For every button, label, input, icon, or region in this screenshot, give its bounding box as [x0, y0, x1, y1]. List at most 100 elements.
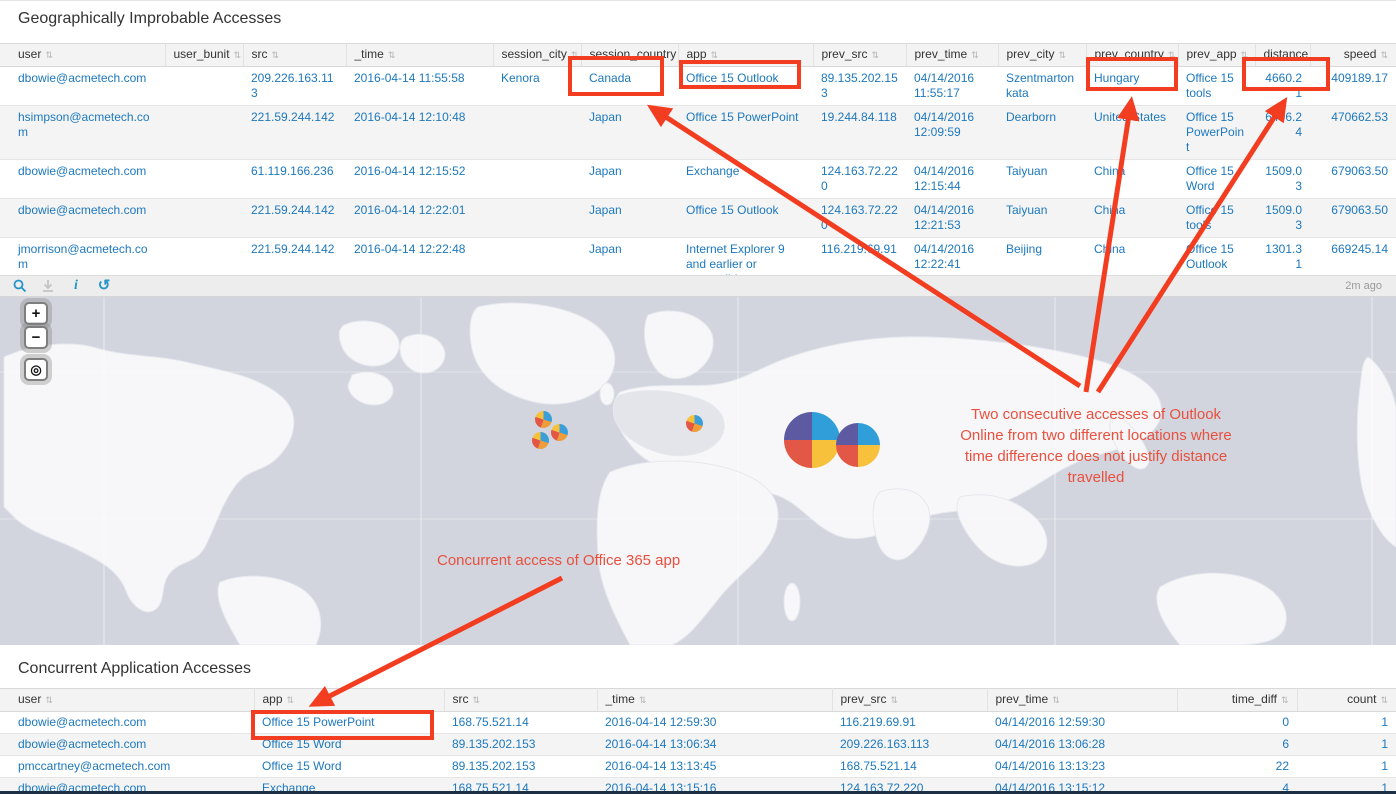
- sort-icon[interactable]: ⇅: [1059, 50, 1067, 60]
- map-locate-button[interactable]: ◎: [24, 358, 48, 381]
- table-cell[interactable]: pmccartney@acmetech.com: [0, 756, 254, 778]
- table-cell[interactable]: 1: [1297, 756, 1396, 778]
- table-cell[interactable]: Kenora: [493, 67, 581, 106]
- sort-icon[interactable]: ⇅: [272, 50, 280, 60]
- table-cell[interactable]: Office 15 Word: [254, 734, 444, 756]
- sort-icon[interactable]: ⇅: [872, 50, 880, 60]
- sort-icon[interactable]: ⇅: [971, 50, 979, 60]
- column-header-count[interactable]: count⇅: [1297, 689, 1396, 712]
- table-cell[interactable]: 168.75.521.14: [444, 712, 597, 734]
- map-zoom-out-button[interactable]: −: [24, 326, 48, 349]
- download-icon[interactable]: [40, 278, 56, 294]
- table-cell[interactable]: 04/14/2016 11:55:17: [906, 67, 998, 106]
- pie-marker-na-1[interactable]: [535, 411, 552, 428]
- table-cell[interactable]: 409189.17: [1310, 67, 1396, 106]
- table-cell[interactable]: Office 15 PowerPoint: [254, 712, 444, 734]
- sort-icon[interactable]: ⇅: [45, 695, 53, 705]
- sort-icon[interactable]: ⇅: [1281, 695, 1289, 705]
- sort-icon[interactable]: ⇅: [1052, 695, 1060, 705]
- table-cell[interactable]: Canada: [581, 67, 678, 106]
- column-header-time_diff[interactable]: time_diff⇅: [1177, 689, 1297, 712]
- table-cell[interactable]: 2016-04-14 11:55:58: [346, 67, 493, 106]
- column-header-prev_country[interactable]: prev_country⇅: [1086, 44, 1178, 67]
- column-header-_time[interactable]: _time⇅: [597, 689, 832, 712]
- table-cell[interactable]: [493, 160, 581, 199]
- table-cell[interactable]: dbowie@acmetech.com: [0, 734, 254, 756]
- table-cell[interactable]: Taiyuan: [998, 160, 1086, 199]
- table-cell[interactable]: Dearborn: [998, 106, 1086, 160]
- sort-icon[interactable]: ⇅: [1380, 695, 1388, 705]
- magnifier-icon[interactable]: [12, 278, 28, 294]
- table-cell[interactable]: Office 15 PowerPoint: [1178, 106, 1255, 160]
- table-cell[interactable]: 679063.50: [1310, 199, 1396, 238]
- table-cell[interactable]: [493, 199, 581, 238]
- world-map[interactable]: + − ◎: [0, 297, 1396, 645]
- table-cell[interactable]: 22: [1177, 756, 1297, 778]
- table-cell[interactable]: Office 15 Word: [254, 756, 444, 778]
- table-cell[interactable]: 2016-04-14 12:22:01: [346, 199, 493, 238]
- pie-marker-japan[interactable]: [836, 423, 880, 467]
- table-cell[interactable]: 168.75.521.14: [832, 756, 987, 778]
- table-cell[interactable]: 1: [1297, 734, 1396, 756]
- table-cell[interactable]: 209.226.163.113: [243, 67, 346, 106]
- column-header-distance[interactable]: distance⇅: [1255, 44, 1310, 67]
- column-header-user[interactable]: user⇅: [0, 44, 165, 67]
- table-cell[interactable]: dbowie@acmetech.com: [0, 67, 165, 106]
- table-cell[interactable]: [165, 67, 243, 106]
- table-cell[interactable]: 89.135.202.153: [813, 67, 906, 106]
- sort-icon[interactable]: ⇅: [1380, 50, 1388, 60]
- table-cell[interactable]: 124.163.72.220: [813, 199, 906, 238]
- sort-icon[interactable]: ⇅: [45, 50, 53, 60]
- table-cell[interactable]: [165, 106, 243, 160]
- table-cell[interactable]: 61.119.166.236: [243, 160, 346, 199]
- table-cell[interactable]: 2016-04-14 12:10:48: [346, 106, 493, 160]
- table-cell[interactable]: 470662.53: [1310, 106, 1396, 160]
- table-cell[interactable]: [165, 160, 243, 199]
- table-cell[interactable]: 04/14/2016 13:13:23: [987, 756, 1177, 778]
- pie-marker-europe[interactable]: [686, 415, 703, 432]
- table-cell[interactable]: 89.135.202.153: [444, 734, 597, 756]
- column-header-session_city[interactable]: session_city⇅: [493, 44, 581, 67]
- column-header-src[interactable]: src⇅: [444, 689, 597, 712]
- table-cell[interactable]: Office 15 PowerPoint: [678, 106, 813, 160]
- table-cell[interactable]: [165, 199, 243, 238]
- table-cell[interactable]: 2016-04-14 13:06:34: [597, 734, 832, 756]
- sort-icon[interactable]: ⇅: [1168, 50, 1176, 60]
- table-cell[interactable]: dbowie@acmetech.com: [0, 160, 165, 199]
- table-cell[interactable]: 19.244.84.118: [813, 106, 906, 160]
- table-cell[interactable]: United States: [1086, 106, 1178, 160]
- table-cell[interactable]: 04/14/2016 12:21:53: [906, 199, 998, 238]
- table-cell[interactable]: Japan: [581, 160, 678, 199]
- sort-icon[interactable]: ⇅: [891, 695, 899, 705]
- table-cell[interactable]: dbowie@acmetech.com: [0, 712, 254, 734]
- sort-icon[interactable]: ⇅: [234, 50, 242, 60]
- column-header-app[interactable]: app⇅: [678, 44, 813, 67]
- table-cell[interactable]: Japan: [581, 106, 678, 160]
- table-cell[interactable]: Office 15 Outlook: [678, 67, 813, 106]
- table-cell[interactable]: 221.59.244.142: [243, 199, 346, 238]
- table-cell[interactable]: 221.59.244.142: [243, 106, 346, 160]
- sort-icon[interactable]: ⇅: [571, 50, 579, 60]
- info-icon[interactable]: i: [68, 278, 84, 294]
- column-header-prev_city[interactable]: prev_city⇅: [998, 44, 1086, 67]
- table-cell[interactable]: Office 15 tools: [1178, 67, 1255, 106]
- table-cell[interactable]: 4660.21: [1255, 67, 1310, 106]
- table-cell[interactable]: 6: [1177, 734, 1297, 756]
- column-header-_time[interactable]: _time⇅: [346, 44, 493, 67]
- table-cell[interactable]: Office 15 Word: [1178, 160, 1255, 199]
- table-cell[interactable]: Exchange: [678, 160, 813, 199]
- table-cell[interactable]: Office 15 tools: [1178, 199, 1255, 238]
- sort-icon[interactable]: ⇅: [388, 50, 396, 60]
- table-cell[interactable]: Taiyuan: [998, 199, 1086, 238]
- pie-marker-na-3[interactable]: [532, 432, 549, 449]
- table-cell[interactable]: Hungary: [1086, 67, 1178, 106]
- column-header-speed[interactable]: speed⇅: [1310, 44, 1396, 67]
- table-cell[interactable]: 1: [1297, 712, 1396, 734]
- table-cell[interactable]: 04/14/2016 12:15:44: [906, 160, 998, 199]
- table-cell[interactable]: 04/14/2016 13:06:28: [987, 734, 1177, 756]
- column-header-user[interactable]: user⇅: [0, 689, 254, 712]
- table-cell[interactable]: 0: [1177, 712, 1297, 734]
- column-header-user_bunit[interactable]: user_bunit⇅: [165, 44, 243, 67]
- table-cell[interactable]: Szentmartonkata: [998, 67, 1086, 106]
- table-cell[interactable]: 04/14/2016 12:59:30: [987, 712, 1177, 734]
